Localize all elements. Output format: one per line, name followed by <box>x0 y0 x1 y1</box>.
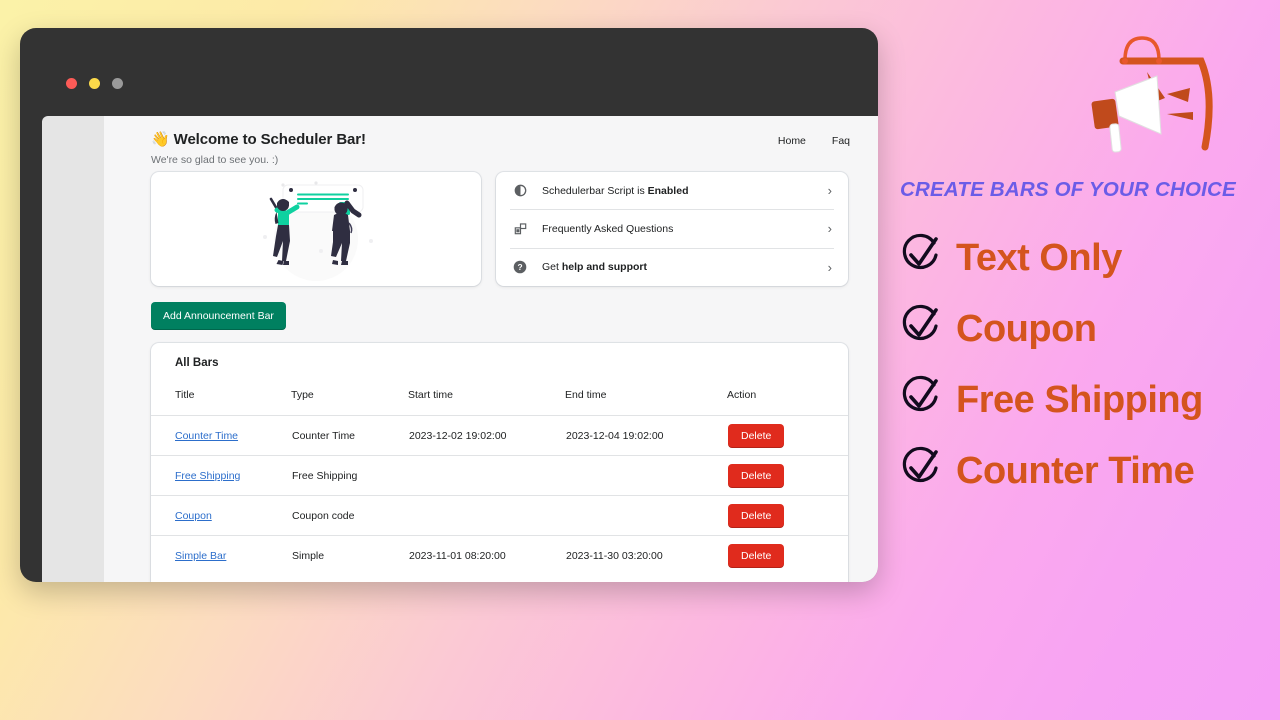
svg-text:?: ? <box>517 262 522 272</box>
table-title: All Bars <box>175 357 219 369</box>
chevron-right-icon: › <box>827 259 832 275</box>
nav-link-home[interactable]: Home <box>778 135 806 147</box>
chevron-right-icon: › <box>827 221 832 237</box>
promo-item-free-shipping: Free Shipping <box>898 364 1278 435</box>
page-title: 👋 Welcome to Scheduler Bar! <box>151 130 848 148</box>
promo-feature-list: Text Only Coupon Free Shipping Counter T… <box>898 222 1278 506</box>
check-circle-icon <box>898 446 942 495</box>
info-row-script-status[interactable]: Schedulerbar Script is Enabled › <box>510 172 834 209</box>
column-header-title: Title <box>175 389 195 401</box>
column-header-start-time: Start time <box>408 389 453 401</box>
app-content-area: 👋 Welcome to Scheduler Bar! We're so gla… <box>104 116 878 582</box>
hero-illustration-card <box>151 172 481 286</box>
cell-end-time <box>565 495 727 536</box>
promo-item-label: Text Only <box>956 236 1122 279</box>
cell-start-time <box>408 455 565 496</box>
people-holding-banner-illustration <box>263 181 373 281</box>
cell-start-time: 2023-11-01 08:20:00 <box>408 535 565 575</box>
table-row: Simple Bar Simple 2023-11-01 08:20:00 20… <box>151 535 848 575</box>
page-subtitle: We're so glad to see you. :) <box>151 154 279 166</box>
promo-item-label: Free Shipping <box>956 378 1203 421</box>
delete-button[interactable]: Delete <box>728 503 785 528</box>
cell-action: Delete <box>727 455 848 496</box>
column-header-action: Action <box>727 389 757 401</box>
cards-row: Schedulerbar Script is Enabled › Frequen… <box>104 166 878 286</box>
cell-type: Free Shipping <box>291 455 408 496</box>
promo-heading: CREATE BARS OF YOUR CHOICE <box>900 178 1236 201</box>
nav-link-faq[interactable]: Faq <box>832 135 850 147</box>
cell-start-time <box>408 495 565 536</box>
page-title-text: Welcome to Scheduler Bar! <box>173 131 366 148</box>
cell-action: Delete <box>727 495 848 536</box>
add-announcement-bar-button[interactable]: Add Announcement Bar <box>151 302 286 330</box>
table-row: Free Shipping Free Shipping Delete <box>151 455 848 496</box>
window-close-dot[interactable] <box>66 78 77 89</box>
delete-button[interactable]: Delete <box>728 463 785 488</box>
cell-title: Free Shipping <box>151 455 291 496</box>
question-circle-icon: ? <box>510 260 530 274</box>
cell-end-time: 2023-12-04 19:02:00 <box>565 415 727 456</box>
all-bars-table: Title Type Start time End time Action Co… <box>151 389 848 575</box>
promo-panel: CREATE BARS OF YOUR CHOICE Text Only Cou… <box>890 0 1280 720</box>
check-circle-icon <box>898 375 942 424</box>
megaphone-shopping-bag-illustration <box>1085 28 1225 173</box>
info-card: Schedulerbar Script is Enabled › Frequen… <box>496 172 848 286</box>
column-header-type: Type <box>291 389 314 401</box>
column-header-end-time: End time <box>565 389 607 401</box>
cell-end-time: 2023-11-30 03:20:00 <box>565 535 727 575</box>
cell-title: Simple Bar <box>151 535 291 575</box>
info-row-support[interactable]: ? Get help and support › <box>510 247 834 286</box>
window-maximize-dot[interactable] <box>112 78 123 89</box>
promo-item-coupon: Coupon <box>898 293 1278 364</box>
cell-action: Delete <box>727 535 848 575</box>
browser-viewport: 👋 Welcome to Scheduler Bar! We're so gla… <box>42 116 878 582</box>
cell-type: Simple <box>291 535 408 575</box>
check-circle-icon <box>898 304 942 353</box>
bar-title-link[interactable]: Simple Bar <box>175 550 226 562</box>
browser-titlebar <box>20 28 878 86</box>
check-circle-icon <box>898 233 942 282</box>
cell-type: Counter Time <box>291 415 408 456</box>
info-row-faq-label: Frequently Asked Questions <box>542 222 674 235</box>
browser-window-mockup: 👋 Welcome to Scheduler Bar! We're so gla… <box>20 28 878 582</box>
cell-title: Counter Time <box>151 415 291 456</box>
delete-button[interactable]: Delete <box>728 423 785 448</box>
window-minimize-dot[interactable] <box>89 78 100 89</box>
bar-title-link[interactable]: Free Shipping <box>175 470 240 482</box>
bar-title-link[interactable]: Counter Time <box>175 430 238 442</box>
cell-action: Delete <box>727 415 848 456</box>
wave-emoji-icon: 👋 <box>151 131 170 148</box>
promo-item-counter-time: Counter Time <box>898 435 1278 506</box>
table-header-row: Title Type Start time End time Action <box>151 389 848 416</box>
table-row: Counter Time Counter Time 2023-12-02 19:… <box>151 415 848 456</box>
toggle-icon <box>510 184 530 197</box>
cell-type: Coupon code <box>291 495 408 536</box>
table-row: Coupon Coupon code Delete <box>151 495 848 536</box>
page-header: 👋 Welcome to Scheduler Bar! We're so gla… <box>104 116 878 166</box>
cell-end-time <box>565 455 727 496</box>
promo-item-text-only: Text Only <box>898 222 1278 293</box>
info-row-faq[interactable]: Frequently Asked Questions › <box>510 209 834 247</box>
promo-item-label: Counter Time <box>956 449 1195 492</box>
cell-start-time: 2023-12-02 19:02:00 <box>408 415 565 456</box>
info-row-support-label: Get help and support <box>542 261 648 274</box>
chevron-right-icon: › <box>827 183 832 199</box>
cell-title: Coupon <box>151 495 291 536</box>
info-row-script-status-label: Schedulerbar Script is Enabled <box>542 184 689 197</box>
all-bars-table-card: All Bars Title Type Start time End time … <box>151 343 848 582</box>
bar-title-link[interactable]: Coupon <box>175 510 212 522</box>
promo-item-label: Coupon <box>956 307 1097 350</box>
top-nav: Home Faq <box>778 135 850 147</box>
delete-button[interactable]: Delete <box>728 543 785 568</box>
faq-blocks-icon <box>510 222 530 235</box>
